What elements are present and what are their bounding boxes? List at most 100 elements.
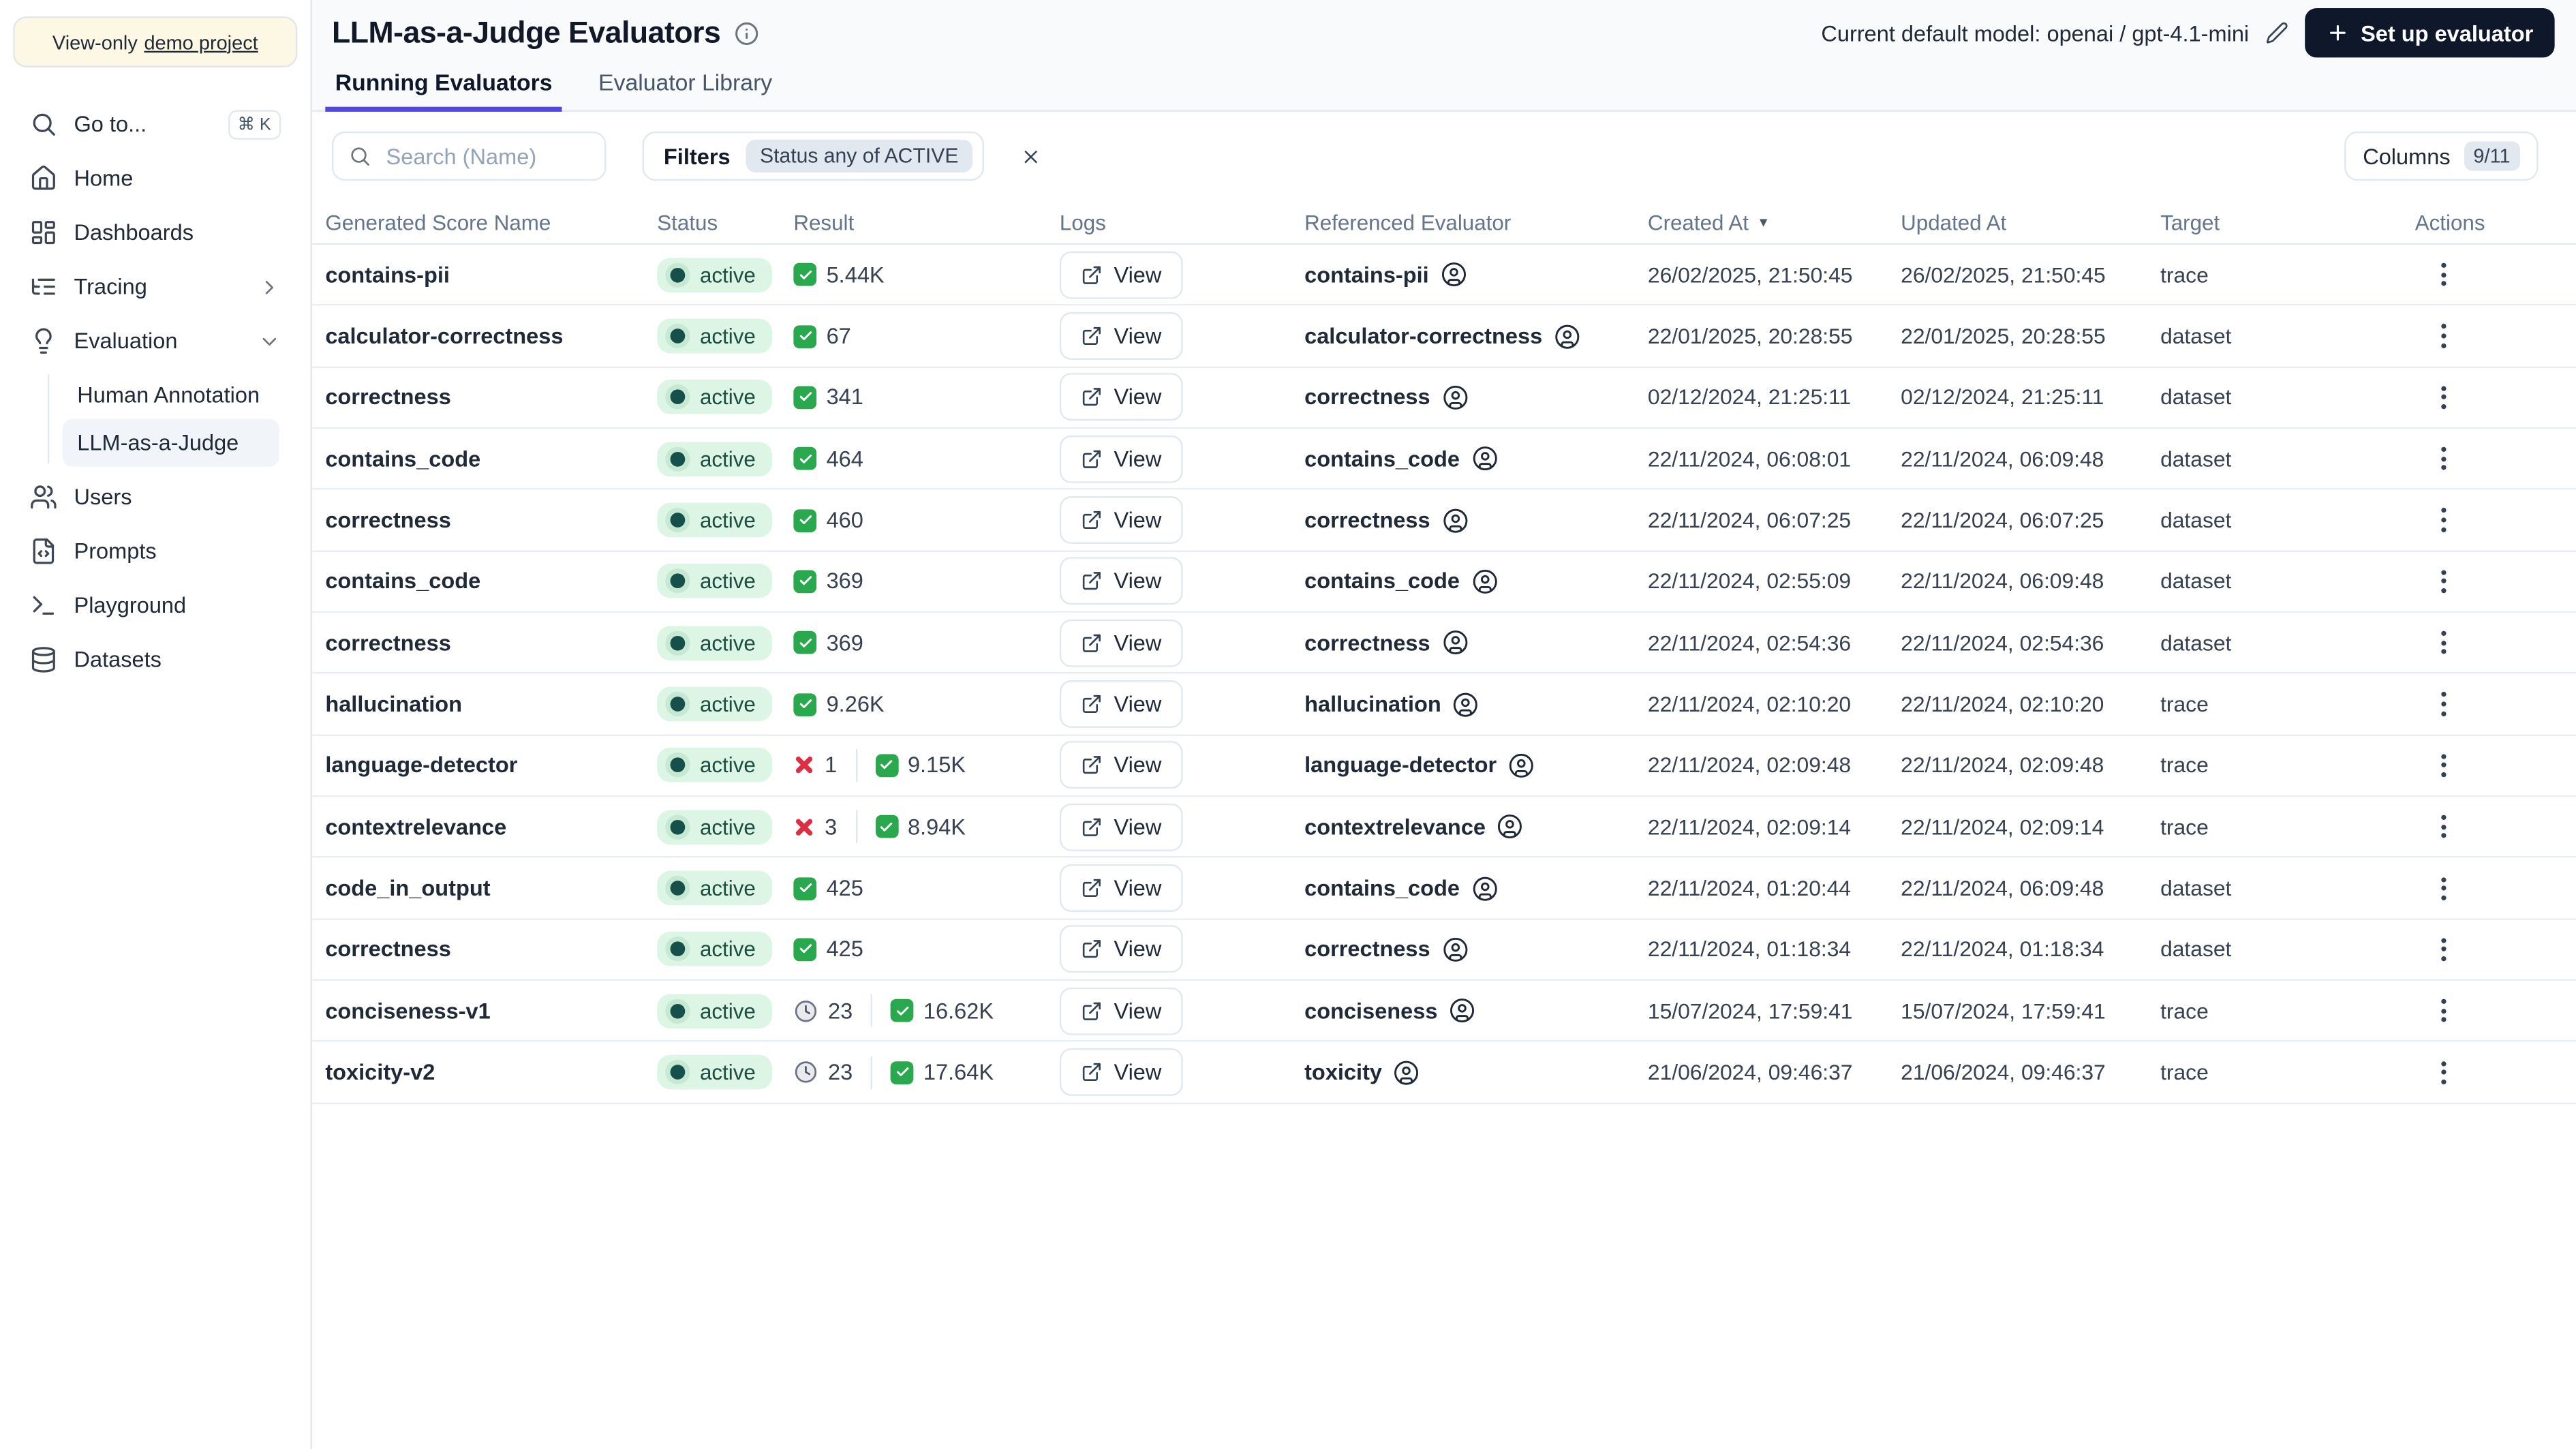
column-header-status[interactable]: Status — [657, 211, 793, 235]
filters-button[interactable]: Filters Status any of ACTIVE — [642, 131, 985, 181]
status-badge: active — [657, 748, 772, 783]
tab-evaluator-library[interactable]: Evaluator Library — [595, 65, 776, 110]
sidebar-item-prompts[interactable]: Prompts — [16, 524, 294, 579]
view-logs-button[interactable]: View — [1059, 926, 1183, 974]
file-code-icon — [33, 538, 55, 564]
row-actions-button[interactable] — [2421, 867, 2464, 910]
sidebar-item-human-annotation[interactable]: Human Annotation — [63, 371, 279, 419]
referenced-evaluator-name[interactable]: calculator-correctness — [1304, 324, 1542, 348]
search-input[interactable] — [382, 142, 590, 170]
sidebar-item-evaluation[interactable]: Evaluation — [16, 314, 294, 368]
view-logs-button[interactable]: View — [1059, 619, 1183, 667]
view-logs-button[interactable]: View — [1059, 435, 1183, 483]
edit-model-icon[interactable] — [2265, 21, 2288, 44]
table-row[interactable]: correctness active 460 View correctness 22/11… — [312, 490, 2576, 552]
row-actions-button[interactable] — [2421, 744, 2464, 787]
referenced-evaluator-name[interactable]: contains_code — [1304, 876, 1460, 900]
row-actions-button[interactable] — [2421, 622, 2464, 665]
view-logs-button[interactable]: View — [1059, 803, 1183, 851]
table-row[interactable]: contextrelevance active 3 8.94K View contextr… — [312, 797, 2576, 859]
referenced-evaluator-name[interactable]: toxicity — [1304, 1060, 1382, 1084]
updated-at: 22/11/2024, 06:09:48 — [1901, 446, 2104, 472]
row-actions-button[interactable] — [2421, 806, 2464, 849]
referenced-evaluator-name[interactable]: correctness — [1304, 508, 1430, 532]
row-actions-button[interactable] — [2421, 376, 2464, 419]
referenced-evaluator-name[interactable]: contains-pii — [1304, 262, 1429, 287]
table-row[interactable]: conciseness-v1 active 23 16.62K View concisen… — [312, 981, 2576, 1043]
table-row[interactable]: toxicity-v2 active 23 17.64K View toxicity 21/… — [312, 1042, 2576, 1104]
user-circle-icon — [1471, 568, 1498, 595]
columns-button[interactable]: Columns 9/11 — [2344, 131, 2539, 181]
external-link-icon — [1081, 448, 1102, 469]
referenced-evaluator-name[interactable]: conciseness — [1304, 998, 1437, 1023]
column-header-result[interactable]: Result — [793, 211, 1060, 235]
referenced-evaluator-name[interactable]: correctness — [1304, 937, 1430, 962]
view-logs-button[interactable]: View — [1059, 558, 1183, 606]
table-row[interactable]: code_in_output active 425 View contains_code… — [312, 858, 2576, 920]
info-icon[interactable] — [734, 20, 758, 45]
user-circle-icon — [1508, 752, 1535, 779]
updated-at: 22/11/2024, 02:10:20 — [1901, 692, 2104, 717]
sidebar-item-home[interactable]: Home — [16, 151, 294, 206]
referenced-evaluator-name[interactable]: correctness — [1304, 630, 1430, 655]
sidebar-item-llm-as-a-judge[interactable]: LLM-as-a-Judge — [62, 418, 279, 467]
table-row[interactable]: contains_code active 369 View contains_code 2… — [312, 551, 2576, 613]
view-logs-button[interactable]: View — [1059, 680, 1183, 729]
table-row[interactable]: language-detector active 1 9.15K View languag… — [312, 735, 2576, 797]
sidebar-item-playground[interactable]: Playground — [16, 579, 294, 633]
search-box — [331, 131, 607, 181]
table-row[interactable]: calculator-correctness active 67 View calcul… — [312, 306, 2576, 368]
table-row[interactable]: correctness active 425 View correctness 22/11… — [312, 919, 2576, 981]
sidebar-item-dashboards[interactable]: Dashboards — [16, 205, 294, 260]
view-logs-button[interactable]: View — [1059, 373, 1183, 422]
column-header-logs[interactable]: Logs — [1060, 211, 1304, 235]
view-logs-button[interactable]: View — [1059, 864, 1183, 913]
referenced-evaluator-name[interactable]: contains_code — [1304, 446, 1460, 471]
column-header-created-at[interactable]: Created At ▼ — [1648, 211, 1901, 235]
row-actions-button[interactable] — [2421, 990, 2464, 1033]
column-header-updated-at[interactable]: Updated At — [1901, 211, 2160, 235]
demo-project-link[interactable]: demo project — [144, 31, 258, 54]
view-logs-button[interactable]: View — [1059, 251, 1183, 299]
set-up-evaluator-button[interactable]: Set up evaluator — [2305, 8, 2555, 58]
sidebar-item-tracing[interactable]: Tracing — [16, 260, 294, 314]
referenced-evaluator-name[interactable]: correctness — [1304, 385, 1430, 410]
submenu-guide-line — [47, 374, 50, 463]
filter-chip: Status any of ACTIVE — [745, 139, 974, 173]
table-row[interactable]: correctness active 369 View correctness 22/11… — [312, 613, 2576, 675]
clear-filters-button[interactable] — [1009, 135, 1052, 178]
result-segment: 369 — [793, 630, 863, 655]
column-header-name[interactable]: Generated Score Name — [325, 211, 657, 235]
row-actions-button[interactable] — [2421, 438, 2464, 481]
column-header-target[interactable]: Target — [2160, 211, 2399, 235]
view-logs-button[interactable]: View — [1059, 742, 1183, 790]
row-actions-button[interactable] — [2421, 315, 2464, 358]
row-actions-button[interactable] — [2421, 560, 2464, 603]
sidebar-item-datasets[interactable]: Datasets — [16, 632, 294, 687]
status-badge: active — [657, 870, 772, 906]
view-logs-button[interactable]: View — [1059, 1048, 1183, 1097]
result-count: 16.62K — [923, 998, 994, 1024]
row-actions-button[interactable] — [2421, 1051, 2464, 1094]
table-row[interactable]: hallucination active 9.26K View hallucinatio… — [312, 674, 2576, 736]
row-actions-button[interactable] — [2421, 683, 2464, 726]
sidebar-item-goto[interactable]: Go to... ⌘ K — [16, 97, 294, 151]
referenced-evaluator-name[interactable]: contextrelevance — [1304, 814, 1486, 839]
sidebar-item-users[interactable]: Users — [16, 470, 294, 524]
tab-running-evaluators[interactable]: Running Evaluators — [325, 65, 563, 112]
row-actions-button[interactable] — [2421, 499, 2464, 542]
referenced-evaluator-name[interactable]: contains_code — [1304, 569, 1460, 594]
referenced-evaluator-name[interactable]: language-detector — [1304, 753, 1497, 778]
table-row[interactable]: correctness active 341 View correctness 02/12… — [312, 367, 2576, 429]
table-row[interactable]: contains-pii active 5.44K View contains-pii 2… — [312, 245, 2576, 307]
row-actions-button[interactable] — [2421, 928, 2464, 971]
users-icon — [31, 485, 57, 509]
view-logs-button[interactable]: View — [1059, 312, 1183, 360]
table-row[interactable]: contains_code active 464 View contains_code 2… — [312, 429, 2576, 491]
row-actions-button[interactable] — [2421, 254, 2464, 296]
result-segment: 425 — [793, 876, 863, 900]
referenced-evaluator-name[interactable]: hallucination — [1304, 692, 1441, 716]
view-logs-button[interactable]: View — [1059, 496, 1183, 545]
column-header-referenced-evaluator[interactable]: Referenced Evaluator — [1304, 211, 1648, 235]
view-logs-button[interactable]: View — [1059, 987, 1183, 1035]
